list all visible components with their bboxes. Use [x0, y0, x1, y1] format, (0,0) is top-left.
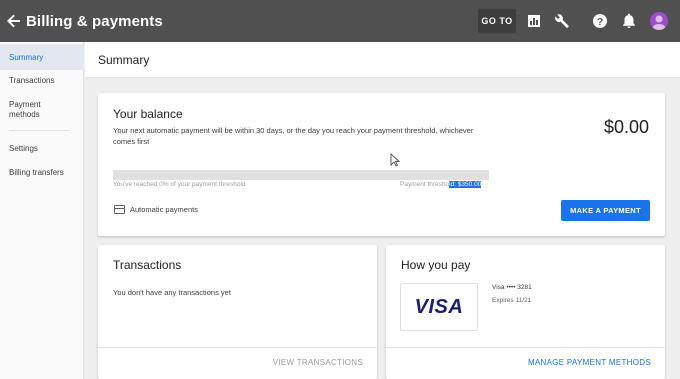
how-you-pay-title: How you pay: [401, 258, 471, 272]
sidebar-nav: Summary Transactions Payment methods Set…: [0, 42, 84, 379]
back-arrow-icon[interactable]: [6, 13, 22, 29]
visa-logo: VISA: [400, 283, 478, 331]
go-to-button[interactable]: GO TO: [478, 9, 516, 33]
balance-amount: $0.00: [603, 117, 649, 137]
svg-text:?: ?: [597, 17, 603, 28]
sidebar-item-summary[interactable]: Summary: [0, 44, 84, 70]
page-title: Summary: [98, 53, 150, 67]
wrench-icon[interactable]: [554, 13, 570, 29]
avatar[interactable]: [650, 12, 668, 30]
manage-payment-methods-link[interactable]: MANAGE PAYMENT METHODS: [528, 358, 651, 367]
sidebar-item-transactions[interactable]: Transactions: [0, 76, 84, 86]
bar-chart-icon[interactable]: [526, 13, 542, 29]
automatic-payments-label: Automatic payments: [130, 205, 198, 214]
top-app-bar: Billing & payments GO TO ?: [0, 0, 680, 42]
sidebar-item-payment-methods[interactable]: Payment methods: [0, 100, 60, 120]
card-divider: [98, 347, 377, 348]
balance-card: Your balance Your next automatic payment…: [98, 93, 665, 236]
balance-title: Your balance: [113, 107, 183, 121]
how-you-pay-card: How you pay VISA Visa •••• 3281 Expires …: [386, 245, 665, 379]
threshold-selected-text: ld: $350.00: [449, 181, 482, 188]
transactions-title: Transactions: [113, 258, 182, 272]
threshold-prefix: Payment thresho: [400, 181, 450, 188]
mouse-cursor-icon: [390, 153, 400, 167]
transactions-card: Transactions You don't have any transact…: [98, 245, 377, 379]
sidebar-divider: [9, 130, 69, 131]
threshold-reached-text: You've reached 0% of your payment thresh…: [113, 181, 246, 188]
make-payment-button[interactable]: MAKE A PAYMENT: [561, 200, 650, 221]
transactions-empty-text: You don't have any transactions yet: [113, 288, 231, 297]
threshold-progress-bar: [113, 170, 489, 180]
sidebar-item-billing-transfers[interactable]: Billing transfers: [0, 168, 84, 178]
page-app-title: Billing & payments: [26, 13, 163, 30]
visa-logo-text: VISA: [414, 296, 464, 318]
bell-icon[interactable]: [621, 13, 637, 29]
card-divider: [386, 347, 665, 348]
sidebar-item-settings[interactable]: Settings: [0, 144, 84, 154]
payment-threshold-text: Payment threshold: $350.00: [400, 181, 482, 188]
help-icon[interactable]: ?: [592, 13, 608, 29]
card-expiry: Expires 11/21: [492, 297, 532, 304]
credit-card-icon: [114, 205, 125, 214]
card-number: Visa •••• 3281: [492, 284, 532, 291]
balance-description: Your next automatic payment will be with…: [113, 126, 474, 146]
page-header: Summary: [85, 42, 680, 78]
view-transactions-link[interactable]: VIEW TRANSACTIONS: [273, 358, 363, 367]
